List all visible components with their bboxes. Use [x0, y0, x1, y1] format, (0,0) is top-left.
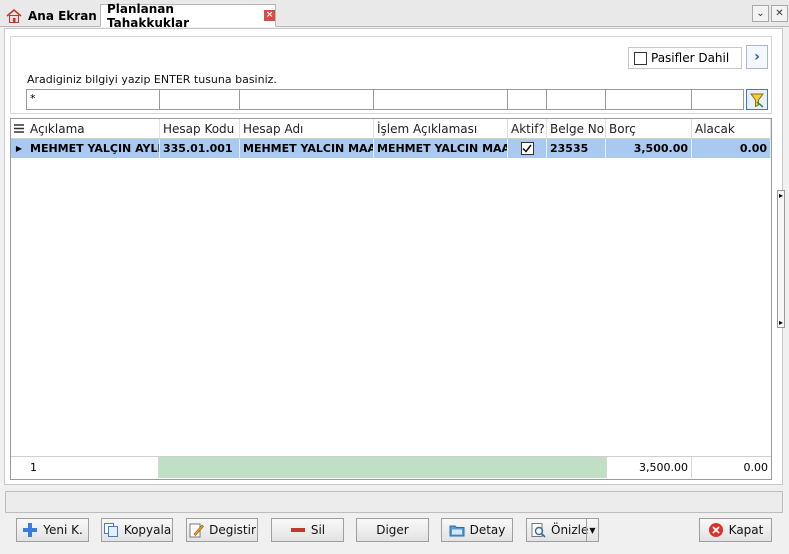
column-chooser-icon[interactable]	[11, 119, 27, 138]
footer-summary-bar	[159, 457, 607, 478]
onizle-button[interactable]: Önizle ▼	[526, 518, 599, 542]
sil-label: Sil	[310, 523, 326, 537]
filter-hesap-kodu-input[interactable]	[159, 89, 240, 110]
cell-alacak[interactable]: 0.00	[692, 139, 771, 158]
home-icon	[6, 8, 22, 23]
plus-icon	[23, 523, 38, 537]
checkbox-box[interactable]	[634, 51, 647, 65]
footer-alacak-total: 0.00	[743, 461, 769, 474]
filter-icon	[750, 93, 764, 108]
filter-clear-button[interactable]	[746, 89, 768, 110]
diger-button[interactable]: Diger	[356, 518, 429, 542]
cell-hesap-kodu[interactable]: 335.01.001	[160, 139, 240, 158]
copy-icon	[103, 523, 118, 537]
filter-islem-aciklamasi-input[interactable]	[373, 89, 508, 110]
chevron-right-icon: ▸	[778, 318, 783, 327]
onizle-dropdown-icon[interactable]: ▼	[586, 519, 598, 541]
chevron-down-icon: ⌄	[756, 8, 765, 19]
aktif-checkbox[interactable]	[520, 142, 534, 155]
onizle-label: Önizle	[551, 523, 589, 537]
column-header-borc[interactable]: Borç	[606, 119, 692, 138]
cell-aciklama[interactable]: MEHMET YALÇIN AYLIK	[27, 139, 160, 158]
grid-header: Açıklama Hesap Kodu Hesap Adı İşlem Açık…	[11, 119, 771, 139]
degistir-label: Degistir	[209, 523, 256, 537]
filter-borc-input[interactable]	[605, 89, 692, 110]
column-header-aktif[interactable]: Aktif?	[508, 119, 547, 138]
footer-borc-total: 3,500.00	[607, 457, 692, 478]
window-close-button[interactable]: ✕	[771, 5, 788, 22]
column-header-hesap-adi[interactable]: Hesap Adı	[240, 119, 374, 138]
filter-aciklama-input[interactable]: *	[26, 89, 160, 110]
chevron-right-icon: ▸	[778, 191, 783, 200]
cell-borc[interactable]: 3,500.00	[606, 139, 692, 158]
detay-label: Detay	[469, 523, 506, 537]
cell-aktif[interactable]	[508, 139, 547, 158]
kopyala-label: Kopyala	[123, 523, 172, 537]
tab-home-label: Ana Ekran	[28, 8, 97, 23]
footer-count: 1	[27, 457, 159, 478]
close-icon: ✕	[775, 8, 784, 19]
column-header-hesap-kodu[interactable]: Hesap Kodu	[160, 119, 240, 138]
column-header-alacak[interactable]: Alacak	[692, 119, 771, 138]
minus-icon	[290, 528, 305, 532]
detay-button[interactable]: Detay	[441, 518, 513, 542]
yeni-kayit-label: Yeni K.	[43, 523, 83, 537]
tab-list-dropdown-button[interactable]: ⌄	[752, 5, 769, 22]
column-header-belge-no[interactable]: Belge No	[547, 119, 606, 138]
data-grid: Açıklama Hesap Kodu Hesap Adı İşlem Açık…	[10, 118, 772, 480]
tab-home[interactable]: Ana Ekran	[4, 4, 100, 27]
filter-row: *	[26, 89, 745, 110]
edit-icon	[189, 523, 205, 538]
diger-label: Diger	[376, 523, 409, 537]
tab-active-label: Planlanan Tahakkuklar	[107, 1, 189, 30]
kapat-label: Kapat	[728, 523, 764, 537]
kopyala-button[interactable]: Kopyala	[101, 518, 173, 542]
tab-bar: Ana Ekran Planlanan Tahakkuklar × ⌄ ✕	[0, 0, 789, 30]
next-button[interactable]: ›	[746, 45, 768, 69]
tab-close-icon[interactable]: ×	[264, 10, 275, 21]
chevron-right-icon: ›	[754, 49, 760, 65]
filter-aktif-input[interactable]	[507, 89, 547, 110]
pasifler-dahil-checkbox[interactable]: Pasifler Dahil	[628, 47, 742, 69]
status-bar	[5, 491, 783, 513]
tab-planlanan-tahakkuklar[interactable]: Planlanan Tahakkuklar ×	[100, 1, 276, 30]
filter-alacak-input[interactable]	[691, 89, 744, 110]
table-row[interactable]: ▶ MEHMET YALÇIN AYLIK 335.01.001 MEHMET …	[11, 139, 771, 158]
search-hint: Aradiginiz bilgiyi yazip ENTER tusuna ba…	[27, 73, 277, 86]
close-circle-icon	[708, 523, 723, 537]
folder-icon	[449, 525, 465, 537]
cell-hesap-adi[interactable]: MEHMET YALCIN MAAS	[240, 139, 374, 158]
yeni-kayit-button[interactable]: Yeni K.	[16, 518, 89, 542]
cell-islem-aciklamasi[interactable]: MEHMET YALCIN MAAS	[374, 139, 508, 158]
side-panel-handle[interactable]: ▸ ▸	[777, 190, 785, 328]
sil-button[interactable]: Sil	[271, 518, 344, 542]
degistir-button[interactable]: Degistir	[186, 518, 258, 542]
preview-icon	[531, 523, 546, 538]
column-header-aciklama[interactable]: Açıklama	[27, 119, 160, 138]
grid-footer: 1 3,500.00 0.00	[11, 456, 771, 478]
pasifler-dahil-label: Pasifler Dahil	[651, 51, 730, 65]
filter-belge-no-input[interactable]	[546, 89, 606, 110]
row-indicator-icon: ▶	[15, 144, 23, 153]
column-header-islem-aciklamasi[interactable]: İşlem Açıklaması	[374, 119, 508, 138]
cell-belge-no[interactable]: 23535	[547, 139, 606, 158]
kapat-button[interactable]: Kapat	[699, 518, 772, 542]
filter-hesap-adi-input[interactable]	[239, 89, 374, 110]
